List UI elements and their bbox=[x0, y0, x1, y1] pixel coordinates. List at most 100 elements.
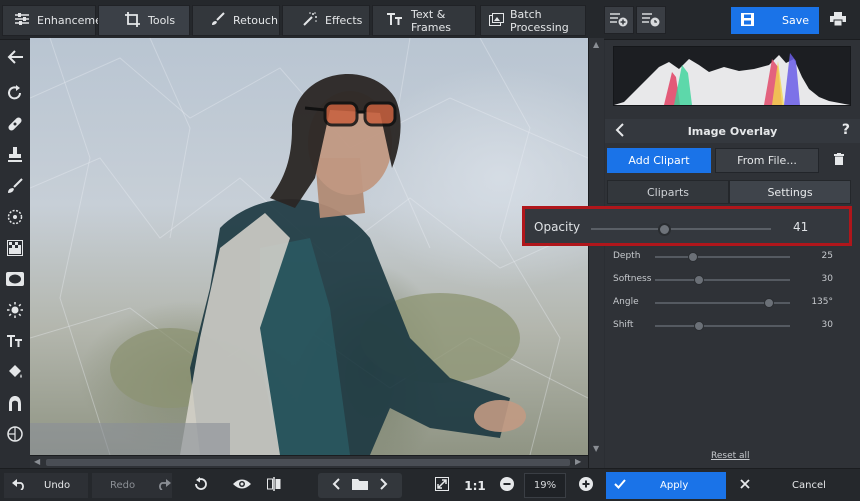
paint-bucket-icon[interactable] bbox=[4, 361, 26, 383]
vignette-icon[interactable] bbox=[4, 268, 26, 290]
face-shape-icon[interactable] bbox=[4, 423, 26, 445]
preset-history-button[interactable] bbox=[636, 6, 666, 34]
opacity-value: 41 bbox=[793, 220, 809, 234]
list-clock-icon bbox=[642, 11, 660, 30]
rotate-icon[interactable] bbox=[4, 82, 26, 104]
tab-label: Effects bbox=[325, 14, 363, 27]
next-icon[interactable] bbox=[380, 478, 388, 493]
reset-rotate-button[interactable] bbox=[188, 473, 212, 498]
brightness-sun-icon[interactable] bbox=[4, 299, 26, 321]
compare-split-icon bbox=[267, 477, 281, 494]
checkmark-icon bbox=[614, 479, 626, 492]
histogram bbox=[613, 46, 851, 106]
panel-title: Image Overlay bbox=[687, 124, 778, 138]
apply-button[interactable]: Apply bbox=[606, 472, 726, 499]
hair-portrait-icon[interactable] bbox=[4, 392, 26, 414]
opacity-slider-thumb[interactable] bbox=[658, 223, 671, 236]
softness-slider[interactable]: Softness 30 bbox=[613, 272, 853, 288]
back-chevron-icon[interactable] bbox=[615, 123, 624, 140]
redo-icon bbox=[157, 478, 172, 493]
angle-value: 135° bbox=[811, 297, 833, 307]
list-add-icon bbox=[610, 11, 628, 30]
scroll-left-icon[interactable]: ◀ bbox=[34, 457, 40, 466]
slider-thumb[interactable] bbox=[688, 252, 698, 262]
tab-cliparts[interactable]: Cliparts bbox=[607, 180, 729, 204]
left-toolbar bbox=[0, 40, 30, 468]
fit-to-screen-button[interactable] bbox=[430, 473, 454, 498]
photo-preview[interactable] bbox=[30, 38, 588, 455]
tab-tools[interactable]: Tools bbox=[98, 5, 190, 36]
horizontal-scrollbar[interactable]: ◀ ▶ bbox=[30, 455, 588, 468]
zoom-level[interactable]: 19% bbox=[524, 473, 566, 498]
depth-label: Depth bbox=[613, 251, 641, 261]
slider-thumb[interactable] bbox=[764, 298, 774, 308]
add-preset-button[interactable] bbox=[604, 6, 634, 34]
scroll-right-icon[interactable]: ▶ bbox=[575, 457, 581, 466]
plus-circle-icon bbox=[579, 477, 593, 494]
folder-icon[interactable] bbox=[352, 478, 368, 493]
healing-bandage-icon[interactable] bbox=[4, 113, 26, 135]
slider-track[interactable] bbox=[655, 256, 790, 258]
selection-circle-icon[interactable] bbox=[4, 206, 26, 228]
brush-tool-icon[interactable] bbox=[4, 175, 26, 197]
redo-button[interactable]: Redo bbox=[92, 473, 172, 498]
reset-all-link[interactable]: Reset all bbox=[711, 451, 750, 461]
add-clipart-button[interactable]: Add Clipart bbox=[607, 148, 711, 173]
opacity-label: Opacity bbox=[534, 220, 581, 234]
clone-stamp-icon[interactable] bbox=[4, 144, 26, 166]
from-file-button[interactable]: From File... bbox=[715, 148, 819, 173]
expand-icon bbox=[435, 477, 449, 494]
zoom-out-button[interactable] bbox=[496, 473, 518, 498]
angle-label: Angle bbox=[613, 297, 639, 307]
scroll-down-icon[interactable]: ▼ bbox=[593, 444, 599, 453]
photo-editor-window: Enhancement Tools Retouch Effects Text &… bbox=[0, 0, 860, 501]
tab-enhancement[interactable]: Enhancement bbox=[2, 5, 113, 36]
tab-label: Text & Frames bbox=[411, 7, 452, 34]
trash-icon bbox=[833, 153, 844, 168]
previous-icon[interactable] bbox=[332, 478, 340, 493]
slider-thumb[interactable] bbox=[694, 275, 704, 285]
undo-button[interactable]: Undo bbox=[4, 473, 88, 498]
opacity-slider-highlight[interactable]: Opacity 41 bbox=[522, 206, 852, 246]
images-icon bbox=[489, 12, 504, 29]
vertical-scrollbar[interactable]: ▲ ▼ bbox=[588, 38, 604, 468]
floppy-disk-icon bbox=[741, 12, 754, 29]
compare-button[interactable] bbox=[262, 473, 286, 498]
tab-effects[interactable]: Effects bbox=[282, 5, 370, 36]
softness-label: Softness bbox=[613, 274, 652, 284]
image-canvas[interactable]: ▲ ▼ ◀ ▶ bbox=[30, 38, 604, 468]
text-tool-icon[interactable] bbox=[4, 330, 26, 352]
save-label: Save bbox=[782, 14, 810, 27]
magic-wand-icon bbox=[303, 12, 317, 29]
tab-label: Retouch bbox=[233, 14, 278, 27]
tab-text-frames[interactable]: Text & Frames bbox=[372, 5, 476, 36]
actual-size-button[interactable]: 1:1 bbox=[462, 473, 488, 498]
scroll-thumb[interactable] bbox=[46, 459, 570, 466]
slider-thumb[interactable] bbox=[694, 321, 704, 331]
gradient-filter-icon[interactable] bbox=[4, 237, 26, 259]
scroll-up-icon[interactable]: ▲ bbox=[593, 40, 599, 49]
tab-batch-processing[interactable]: Batch Processing bbox=[480, 5, 586, 36]
top-toolbar: Enhancement Tools Retouch Effects Text &… bbox=[0, 0, 860, 40]
opacity-slider-track[interactable] bbox=[591, 228, 771, 230]
angle-slider[interactable]: Angle 135° bbox=[613, 295, 853, 311]
cancel-label: Cancel bbox=[792, 480, 826, 491]
help-icon[interactable]: ? bbox=[842, 122, 850, 138]
tab-settings[interactable]: Settings bbox=[729, 180, 851, 204]
undo-label: Undo bbox=[44, 480, 71, 491]
tab-retouch[interactable]: Retouch bbox=[192, 5, 280, 36]
shift-value: 30 bbox=[821, 320, 833, 330]
slider-track[interactable] bbox=[655, 325, 790, 327]
zoom-in-button[interactable] bbox=[575, 473, 597, 498]
print-button[interactable] bbox=[824, 7, 852, 34]
cancel-button[interactable]: Cancel bbox=[730, 472, 856, 499]
delete-button[interactable] bbox=[825, 148, 852, 173]
close-icon bbox=[740, 479, 750, 492]
save-button[interactable]: Save bbox=[731, 7, 819, 34]
back-arrow-icon[interactable] bbox=[4, 46, 26, 68]
shift-slider[interactable]: Shift 30 bbox=[613, 318, 853, 334]
slider-track[interactable] bbox=[655, 279, 790, 281]
photo-image bbox=[30, 38, 588, 455]
depth-slider[interactable]: Depth 25 bbox=[613, 249, 853, 265]
preview-button[interactable] bbox=[228, 473, 256, 498]
